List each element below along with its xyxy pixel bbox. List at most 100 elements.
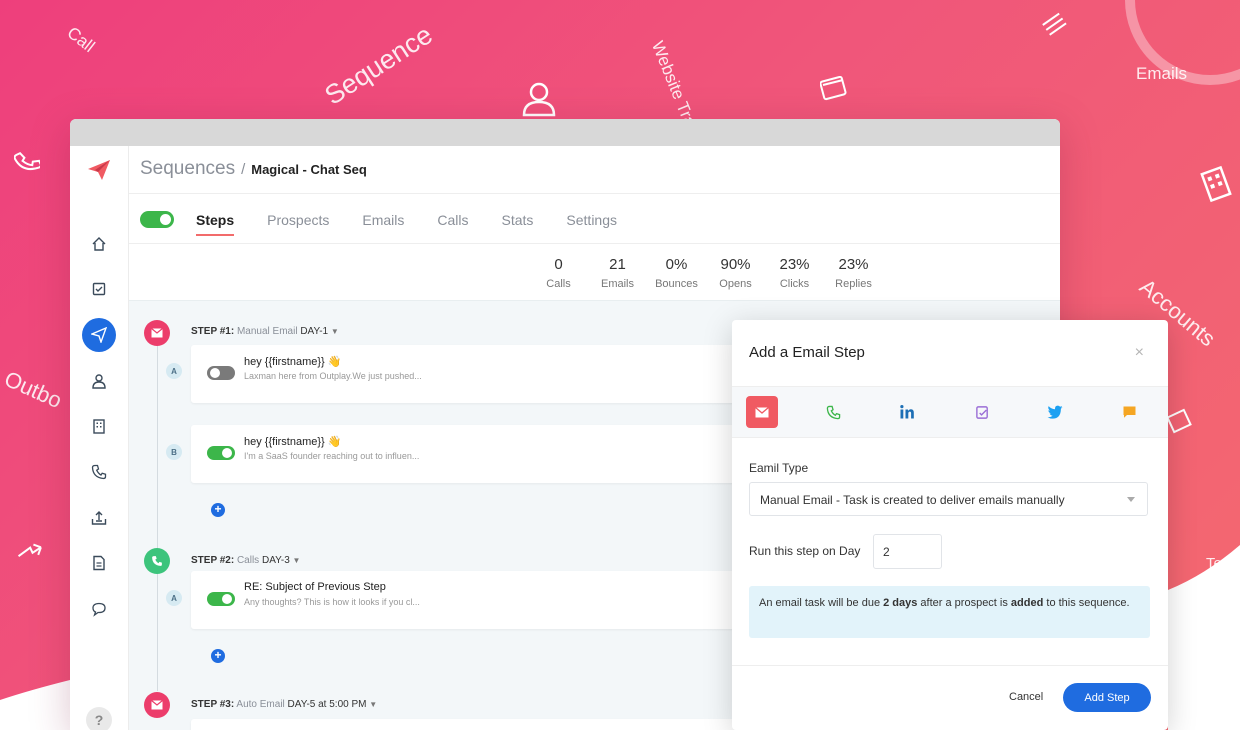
step-type-picker [732,387,1168,438]
info-text: after a prospect is [917,597,1011,609]
bg-building-icon [1200,165,1232,203]
bg-share-icon [17,543,42,558]
modal-title: Add a Email Step [749,344,865,361]
info-added: added [1010,597,1044,609]
home-icon [92,237,106,251]
stat-label: Calls [546,278,571,290]
bg-calendar-icon [1166,408,1192,434]
sidebar-active-indicator [82,318,116,352]
stat-value: 0 [554,256,563,273]
stat-label: Opens [719,278,752,290]
sidebar-item-accounts[interactable] [70,409,128,443]
variant-subject: hey {{firstname}} 👋 [244,356,342,368]
step-type-task-button[interactable] [966,396,998,428]
step-2-title[interactable]: STEP #2: Calls DAY-3 ▼ [191,555,300,566]
stat-label: Emails [600,278,634,290]
step-1-variant-b-card[interactable]: hey {{firstname}} 👋 I'm a SaaS founder r… [191,425,751,483]
add-variant-button[interactable]: + [211,649,225,663]
tab-stats[interactable]: Stats [502,204,534,236]
add-variant-button[interactable]: + [211,503,225,517]
chevron-down-icon: ▼ [330,327,339,336]
tab-prospects[interactable]: Prospects [267,204,329,236]
sidebar-item-tasks[interactable] [70,272,128,306]
sidebar-item-templates[interactable] [70,546,128,580]
sidebar-item-inbox[interactable] [70,501,128,535]
variant-toggle[interactable] [207,366,235,380]
step-3-card[interactable] [191,719,751,730]
step-type-linkedin-button[interactable] [891,396,923,428]
email-type-select[interactable]: Manual Email - Task is created to delive… [749,482,1148,516]
variant-subject: RE: Subject of Previous Step [244,581,386,593]
breadcrumb-current: Magical - Chat Seq [251,162,367,177]
sequence-active-toggle[interactable] [140,211,174,228]
app-logo-icon[interactable] [87,159,111,181]
sidebar: ? [70,146,129,730]
run-on-day-input[interactable]: 2 [873,534,942,569]
info-days: 2 days [883,597,918,609]
run-on-day-label: Run this step on Day [749,544,861,558]
email-type-value: Manual Email - Task is created to delive… [760,493,1065,507]
sidebar-item-sequences[interactable] [70,318,128,352]
bg-word-emails: Emails [1136,64,1188,83]
calls-icon [91,464,107,480]
stat-clicks: 23% Clicks [765,256,824,290]
step-type-email-button[interactable] [746,396,778,428]
close-icon[interactable]: × [1135,344,1144,362]
stat-label: Replies [835,278,872,290]
email-icon [755,406,769,417]
cancel-button[interactable]: Cancel [1009,691,1043,703]
sidebar-item-prospects[interactable] [70,364,128,398]
tab-steps[interactable]: Steps [196,204,235,236]
linkedin-icon [900,405,914,419]
chevron-down-icon [1127,497,1135,502]
tab-bar: Steps Prospects Emails Calls Stats Setti… [140,204,617,244]
step-type-twitter-button[interactable] [1039,396,1071,428]
variant-toggle[interactable] [207,592,235,606]
chat-icon [92,602,106,617]
stat-replies: 23% Replies [824,256,883,290]
step-1-email-icon [144,320,170,346]
variant-badge: B [166,444,182,460]
stat-value: 0% [665,256,688,273]
variant-preview: Laxman here from Outplay.We just pushed.… [244,371,422,381]
step-1-title[interactable]: STEP #1: Manual Email DAY-1 ▼ [191,326,339,337]
sidebar-item-chat[interactable] [70,592,128,626]
stat-calls: 0 Calls [529,256,588,290]
day-input-value: 2 [883,545,890,559]
add-step-button[interactable]: Add Step [1063,683,1151,712]
sidebar-item-calls[interactable] [70,455,128,489]
tab-settings[interactable]: Settings [566,204,617,236]
step-3-title[interactable]: STEP #3: Auto Email DAY-5 at 5:00 PM ▼ [191,699,377,710]
inbox-icon [91,511,107,525]
step-type-sms-button[interactable] [1113,396,1145,428]
bg-browser-icon [820,76,847,101]
variant-toggle[interactable] [207,446,235,460]
twitter-icon [1047,405,1063,419]
tab-emails[interactable]: Emails [362,204,404,236]
stat-label: Bounces [655,278,698,290]
step-number: STEP #2: [191,555,235,566]
variant-badge: A [166,363,182,379]
bg-phone-icon [14,151,40,171]
templates-icon [93,555,105,571]
breadcrumb-root[interactable]: Sequences [140,158,235,180]
task-icon [975,405,988,419]
stat-bounces: 0% Bounces [647,256,706,290]
step-type-call-button[interactable] [817,396,849,428]
chevron-down-icon: ▼ [292,556,301,565]
step-2-variant-a-card[interactable]: RE: Subject of Previous Step Any thought… [191,571,751,629]
step-type: Calls [236,555,260,566]
stat-value: 21 [609,256,626,273]
step-number: STEP #1: [191,326,235,337]
help-button[interactable]: ? [86,707,112,730]
stats-bar: 0 Calls 21 Emails 0% Bounces 90% Opens 23% Cl… [529,256,883,290]
window-titlebar [70,119,1060,146]
due-info-box: An email task will be due 2 days after a… [749,586,1150,638]
tabs-divider [129,243,1060,244]
step-day: DAY-3 [261,555,290,566]
tab-calls[interactable]: Calls [437,204,468,236]
step-type: Auto Email [236,699,285,710]
step-1-variant-a-card[interactable]: hey {{firstname}} 👋 Laxman here from Out… [191,345,751,403]
sidebar-item-home[interactable] [70,227,128,261]
stat-value: 23% [838,256,869,273]
